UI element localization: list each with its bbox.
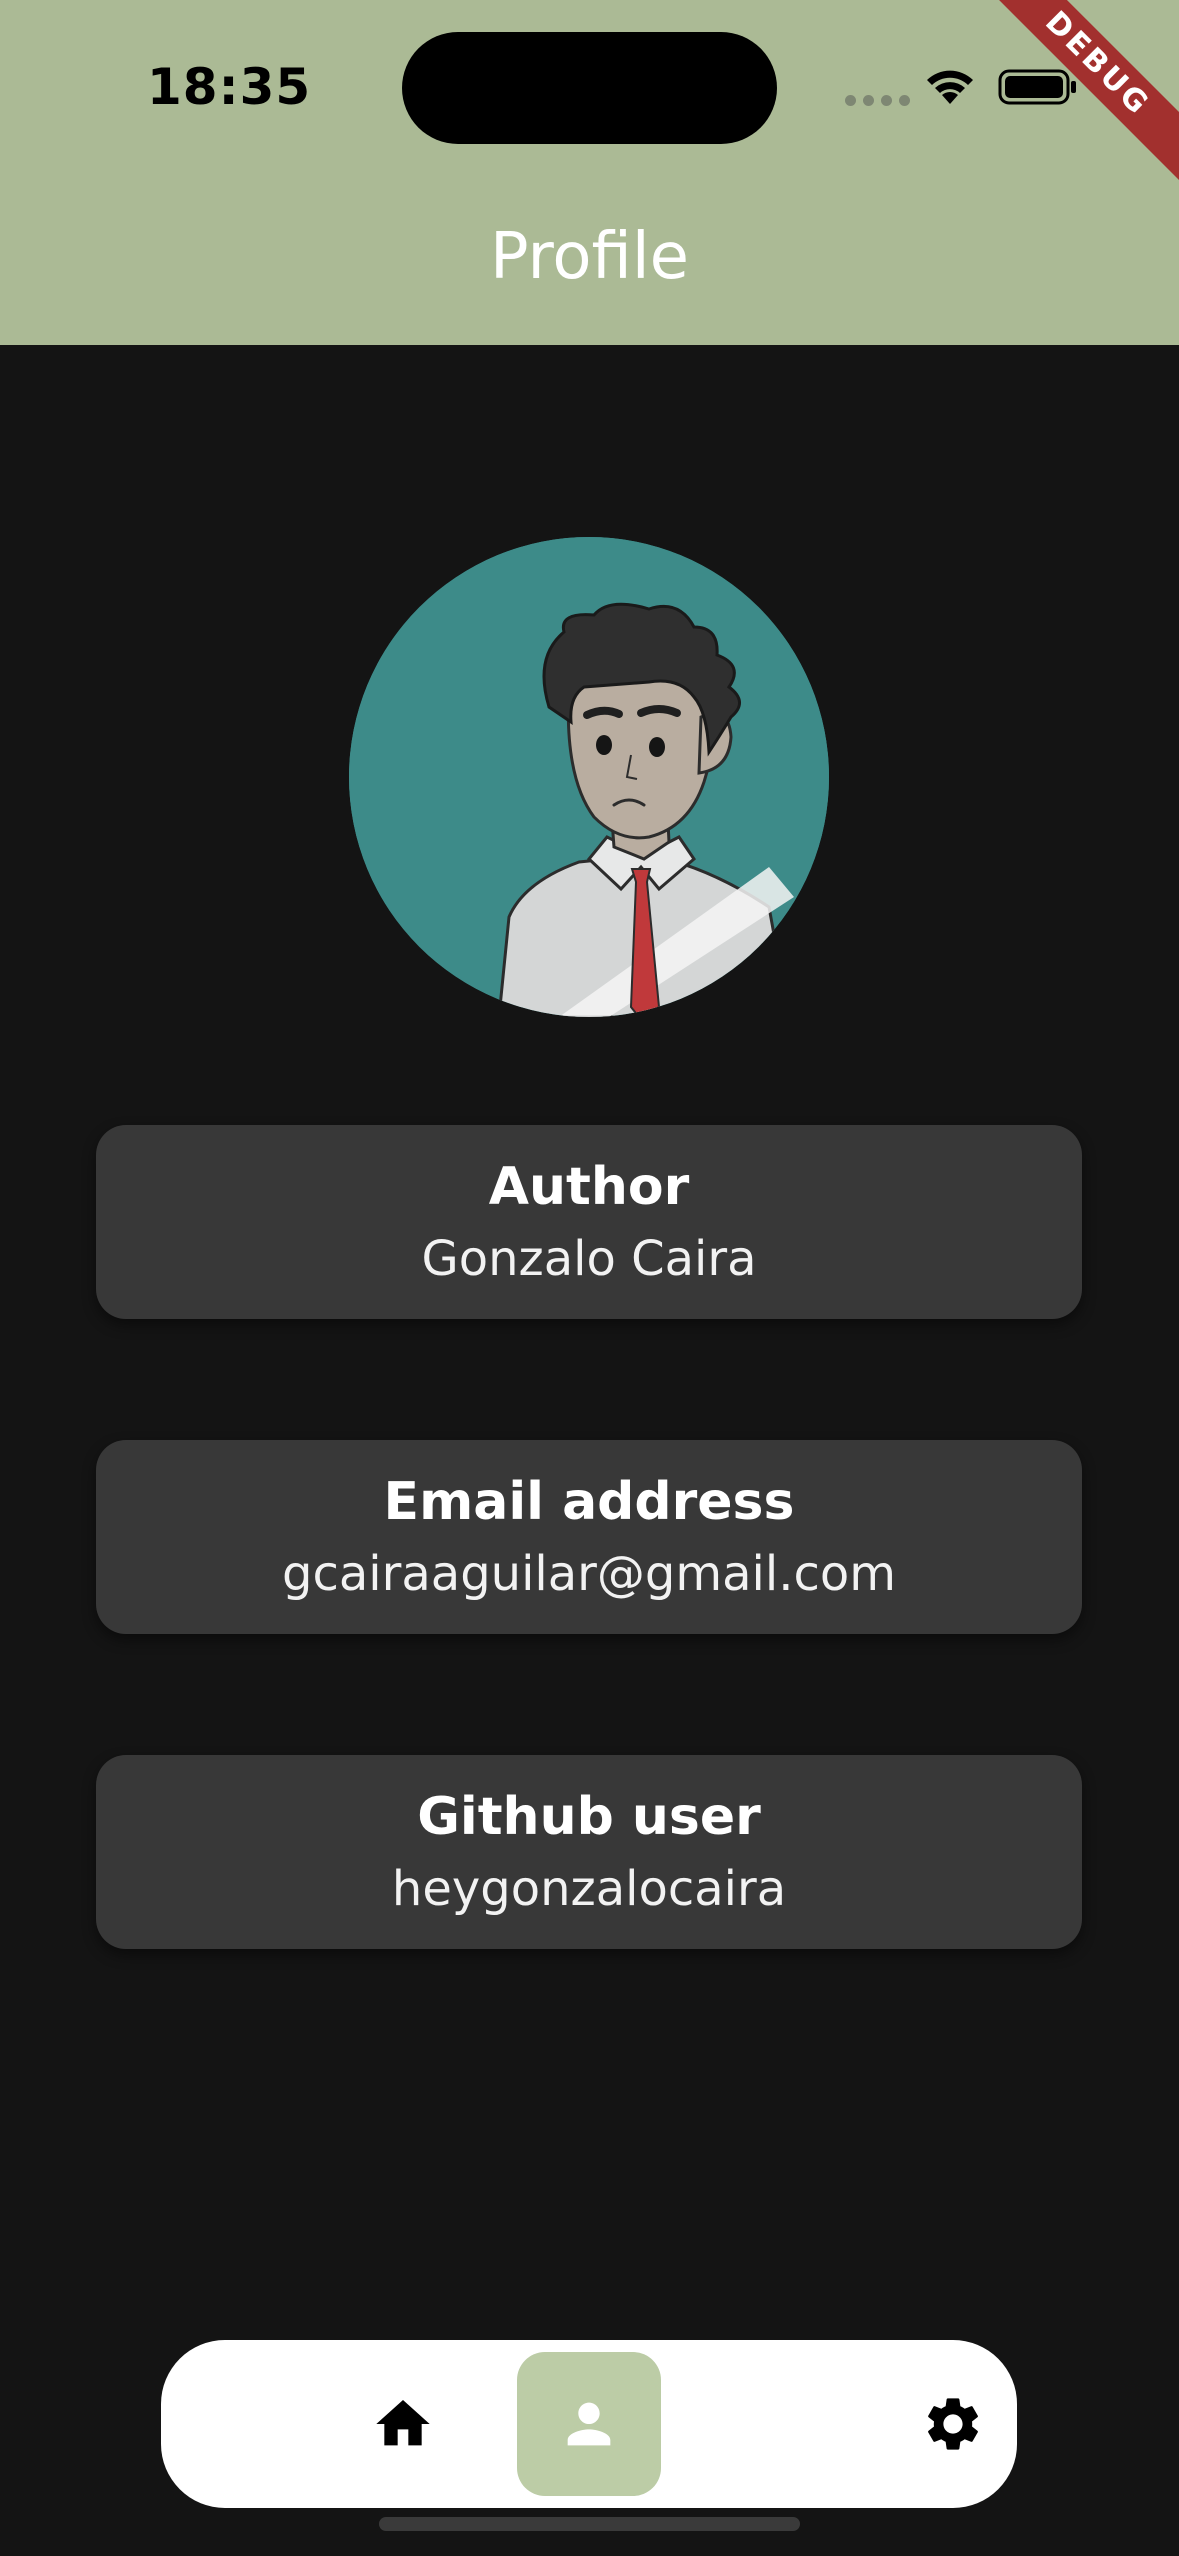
bottom-navigation-bar [161,2340,1017,2508]
github-value: heygonzalocaira [391,1861,787,1917]
email-label: Email address [383,1472,795,1532]
github-label: Github user [417,1787,761,1847]
author-value: Gonzalo Caira [421,1231,757,1287]
gear-icon [928,2398,978,2450]
home-icon [376,2400,430,2446]
github-card: Github user heygonzalocaira [96,1755,1082,1949]
nav-settings-button[interactable] [881,2352,1025,2496]
email-value: gcairaaguilar@gmail.com [282,1546,896,1602]
nav-home-button[interactable] [331,2352,475,2496]
nav-profile-button[interactable] [517,2352,661,2496]
person-icon [567,2402,611,2446]
wifi-icon [927,70,973,104]
author-label: Author [488,1157,690,1217]
debug-banner: DEBUG [999,0,1179,180]
home-indicator [379,2517,800,2531]
page-title: Profile [490,220,689,294]
avatar [349,537,829,1017]
cellular-signal-icon [845,95,910,106]
author-card: Author Gonzalo Caira [96,1125,1082,1319]
email-card: Email address gcairaaguilar@gmail.com [96,1440,1082,1634]
status-time: 18:35 [147,58,312,116]
avatar-illustration [349,537,829,1017]
dynamic-island [402,32,777,144]
debug-label: DEBUG [999,0,1179,180]
